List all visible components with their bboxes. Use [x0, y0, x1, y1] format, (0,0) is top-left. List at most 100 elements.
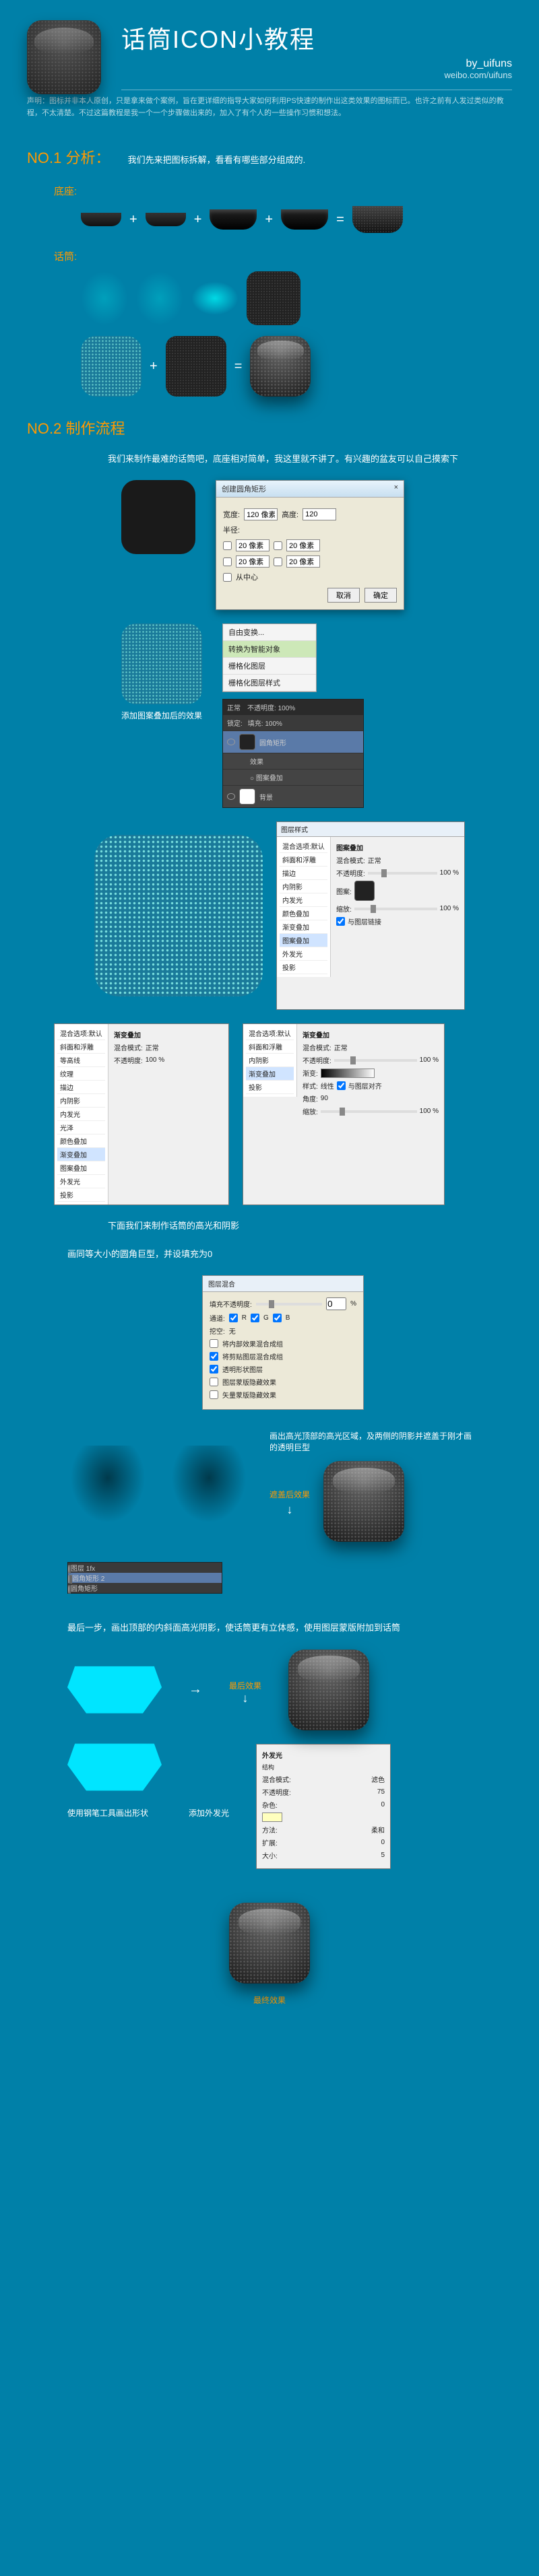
disclaimer-text: 声明：图标并非本人原创，只是拿来做个案例，旨在更详细的指导大家如何利用PS快速的…: [27, 96, 512, 119]
fx-item[interactable]: 混合选项:默认: [57, 1027, 105, 1040]
v[interactable]: 0: [381, 1801, 385, 1808]
mic-pattern: [81, 336, 141, 397]
b-check[interactable]: [273, 1314, 282, 1322]
c1[interactable]: [210, 1339, 218, 1348]
pattern-swatch[interactable]: [354, 881, 375, 901]
layer-row-selected[interactable]: 圆角矩形 2: [68, 1573, 222, 1583]
fx-item[interactable]: 外发光: [57, 1175, 105, 1188]
fx-item[interactable]: 内阴影: [57, 1094, 105, 1108]
cancel-button[interactable]: 取消: [327, 588, 360, 603]
fx-item[interactable]: 混合选项:默认: [246, 1027, 294, 1040]
fx-item[interactable]: 描边: [57, 1081, 105, 1094]
fill-input[interactable]: [326, 1297, 346, 1310]
tr-check[interactable]: [274, 541, 282, 550]
width-input[interactable]: [244, 508, 278, 520]
fx-item[interactable]: 投影: [246, 1081, 294, 1094]
menu-item-smart-object[interactable]: 转换为智能对象: [223, 641, 316, 658]
scale-slider[interactable]: [354, 908, 437, 910]
v[interactable]: 正常: [334, 1042, 348, 1052]
blend-val[interactable]: 正常: [368, 855, 381, 865]
align-check[interactable]: [337, 1081, 346, 1090]
menu-item[interactable]: 栅格化图层样式: [223, 675, 316, 691]
fx-item-gradient[interactable]: 渐变叠加: [57, 1148, 105, 1161]
ko-val[interactable]: 无: [229, 1326, 236, 1336]
outer-glow-dialog: 外发光 结构 混合模式:滤色 不透明度:75 杂色:0 方法:柔和 扩展:0 大…: [256, 1744, 391, 1869]
c5[interactable]: [210, 1390, 218, 1399]
tl-input[interactable]: [236, 539, 270, 551]
overlay-result-icon: [323, 1461, 404, 1542]
br-input[interactable]: [286, 555, 320, 568]
fx-item[interactable]: 颜色叠加: [57, 1134, 105, 1148]
v[interactable]: 柔和: [371, 1825, 385, 1835]
tr-input[interactable]: [286, 539, 320, 551]
fx-item[interactable]: 斜面和浮雕: [57, 1040, 105, 1054]
v[interactable]: 正常: [146, 1042, 159, 1052]
g-check[interactable]: [251, 1314, 259, 1322]
fx-item[interactable]: 图案叠加: [57, 1161, 105, 1175]
fx-item[interactable]: 内阴影: [280, 880, 327, 893]
fx-item[interactable]: 混合选项:默认: [280, 840, 327, 853]
base-result: [352, 206, 403, 233]
menu-item[interactable]: 自由变换...: [223, 624, 316, 641]
fx-item[interactable]: 外发光: [280, 947, 327, 961]
fx-item[interactable]: 颜色叠加: [280, 907, 327, 920]
tl-check[interactable]: [223, 541, 232, 550]
center-check[interactable]: [223, 573, 232, 582]
pct: %: [350, 1300, 356, 1308]
fx-item[interactable]: 描边: [280, 867, 327, 880]
eye-icon[interactable]: [227, 739, 235, 745]
slider[interactable]: [321, 1110, 417, 1113]
eye-icon[interactable]: [227, 793, 235, 800]
l: 混合模式:: [114, 1042, 143, 1052]
height-input[interactable]: [303, 508, 336, 520]
l: 不透明度:: [262, 1787, 291, 1797]
fill-slider[interactable]: [256, 1303, 322, 1306]
mic-result: [250, 336, 311, 397]
v[interactable]: 90: [321, 1095, 328, 1102]
layer-row[interactable]: 圆角矩形: [68, 1583, 222, 1593]
layer-row[interactable]: 圆角矩形: [223, 731, 363, 753]
slider[interactable]: [334, 1059, 417, 1062]
gradient-swatch[interactable]: [321, 1069, 375, 1078]
v[interactable]: 线性: [321, 1081, 334, 1091]
v[interactable]: 0: [381, 1839, 385, 1846]
r-check[interactable]: [229, 1314, 238, 1322]
opacity-slider[interactable]: [368, 872, 437, 875]
g: G: [263, 1314, 269, 1322]
layer-fx-item[interactable]: ○ 图案叠加: [223, 769, 363, 785]
fx-item[interactable]: 斜面和浮雕: [246, 1040, 294, 1054]
fx-item[interactable]: 渐变叠加: [280, 920, 327, 934]
fx-item[interactable]: 内发光: [57, 1108, 105, 1121]
v[interactable]: 75: [377, 1788, 385, 1796]
layer-row[interactable]: 图层 1fx: [68, 1563, 222, 1573]
bl-check[interactable]: [223, 557, 232, 566]
fx-item[interactable]: 斜面和浮雕: [280, 853, 327, 867]
link-check[interactable]: [336, 917, 345, 926]
c3[interactable]: [210, 1365, 218, 1374]
fx-item[interactable]: 内发光: [280, 893, 327, 907]
fx-item-active[interactable]: 渐变叠加: [246, 1067, 294, 1081]
ok-button[interactable]: 确定: [364, 588, 397, 603]
l: 样式:: [303, 1081, 318, 1091]
pen-caption: 使用钢笔工具画出形状: [67, 1807, 148, 1819]
bl-input[interactable]: [236, 555, 270, 568]
br-check[interactable]: [274, 557, 282, 566]
fx-sidebar: 混合选项:默认 斜面和浮雕 描边 内阴影 内发光 颜色叠加 渐变叠加 图案叠加 …: [277, 837, 331, 977]
fx-item[interactable]: 纹理: [57, 1067, 105, 1081]
c2[interactable]: [210, 1352, 218, 1361]
fx-item[interactable]: 光泽: [57, 1121, 105, 1134]
fx-item[interactable]: 投影: [280, 961, 327, 974]
c4[interactable]: [210, 1378, 218, 1386]
v[interactable]: 5: [381, 1852, 385, 1859]
fx-item-active[interactable]: 图案叠加: [280, 934, 327, 947]
layer-bg[interactable]: 背景: [223, 785, 363, 807]
v[interactable]: 滤色: [371, 1774, 385, 1784]
menu-item[interactable]: 栅格化图层: [223, 658, 316, 675]
fx-item[interactable]: 等高线: [57, 1054, 105, 1067]
fx-item[interactable]: 投影: [57, 1188, 105, 1202]
color-swatch[interactable]: [262, 1812, 282, 1822]
mic-breakdown-row1: [81, 271, 512, 325]
fx-item[interactable]: 内阴影: [246, 1054, 294, 1067]
close-icon[interactable]: ×: [394, 483, 398, 494]
blend-mode[interactable]: 正常: [227, 702, 241, 712]
